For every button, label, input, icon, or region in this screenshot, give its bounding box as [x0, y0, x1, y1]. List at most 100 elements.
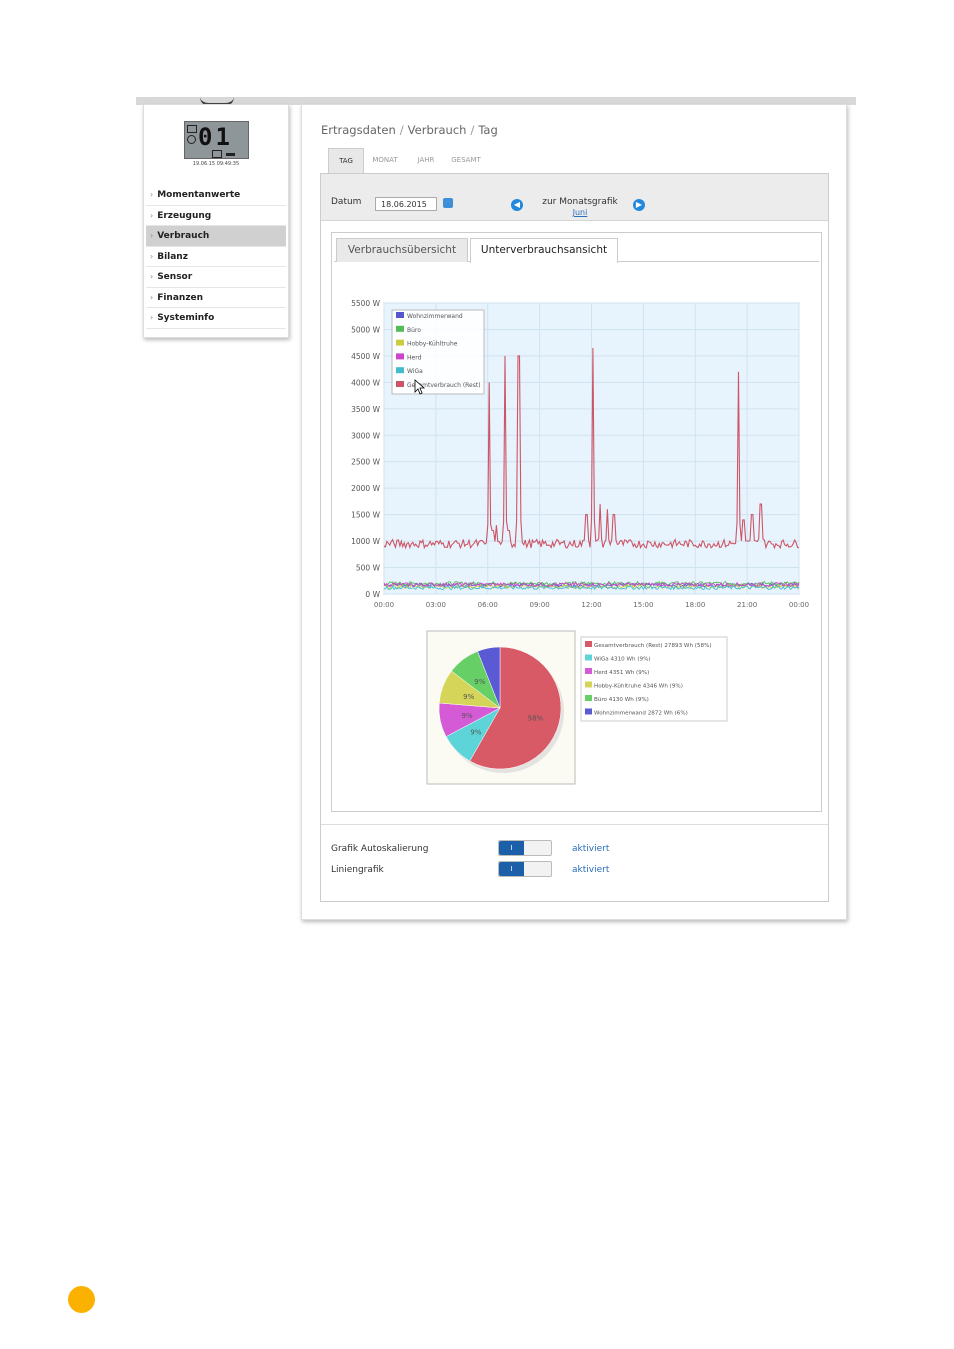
lcd-digits: 01: [198, 123, 233, 151]
pie-slice-2: [438, 702, 501, 737]
legend-swatch: [396, 381, 404, 387]
pie-legend-swatch: [585, 695, 592, 701]
x-tick-label: 03:00: [426, 601, 446, 609]
y-tick-label: 3000 W: [351, 431, 380, 440]
x-tick-label: 15:00: [633, 601, 653, 609]
tab-jahr[interactable]: JAHR: [412, 148, 440, 173]
pie-slice-1: [445, 707, 501, 762]
pie-legend-swatch: [585, 654, 592, 661]
pie-legend-label: Herd 4351 Wh (9%): [594, 670, 649, 676]
sidebar-item-label: Bilanz: [157, 251, 188, 262]
x-tick-label: 00:00: [374, 601, 394, 609]
sidebar-item-label: Erzeugung: [157, 210, 212, 221]
legend-swatch: [396, 353, 404, 360]
legend-label: Wohnzimmerwand: [407, 313, 463, 320]
x-tick-label: 00:00: [789, 601, 809, 609]
pie-slice-3: [438, 670, 501, 709]
y-tick-label: 4000 W: [351, 378, 380, 387]
sidebar-item-bilanz[interactable]: › Bilanz: [146, 247, 286, 267]
chart-area: Verbrauchsübersicht Unterverbrauchsansic…: [331, 232, 822, 812]
x-tick-label: 06:00: [478, 601, 498, 609]
pie-legend-label: Hobby-Kühltruhe 4346 Wh (9%): [594, 684, 683, 690]
signal-icon: [226, 153, 235, 156]
sidebar-item-label: Momentanwerte: [157, 190, 241, 200]
main-panel: Ertragsdaten / Verbrauch / Tag TAG MONAT JAH…: [301, 104, 847, 920]
date-bar: Datum 18.06.2015 ◀ zur Monatsgrafik Juni…: [321, 174, 828, 221]
legend-label: Hobby-Kühltruhe: [407, 341, 458, 348]
y-tick-label: 500 W: [356, 564, 381, 573]
pie-legend-label: WiGa 4310 Wh (9%): [594, 657, 651, 663]
sidebar-item-verbrauch[interactable]: › Verbrauch: [146, 226, 286, 247]
x-tick-label: 09:00: [530, 601, 550, 609]
pie-slice-4: [451, 650, 501, 709]
chevron-left-icon[interactable]: ◀: [511, 199, 523, 211]
page-marker-dot: [68, 1286, 95, 1313]
sidebar-item-finanzen[interactable]: › Finanzen: [146, 288, 286, 308]
sidebar-item-label: Systeminfo: [157, 313, 215, 323]
y-tick-label: 5000 W: [351, 325, 380, 334]
chevron-right-icon: ›: [150, 251, 154, 261]
date-label: Datum: [331, 197, 362, 207]
month-link[interactable]: Juni: [540, 208, 620, 217]
autoscale-toggle[interactable]: I: [498, 840, 552, 856]
date-input[interactable]: 18.06.2015: [375, 197, 437, 211]
tab-tag[interactable]: TAG: [328, 148, 364, 174]
y-tick-label: 1000 W: [351, 537, 380, 546]
tab-monat[interactable]: MONAT: [368, 148, 402, 173]
sidebar-item-label: Sensor: [157, 272, 193, 282]
pie-legend-swatch: [585, 641, 592, 647]
sidebar-item-systeminfo[interactable]: › Systeminfo: [146, 308, 286, 329]
legend-swatch: [396, 339, 404, 346]
line-graph-label: Liniengrafik: [331, 865, 384, 875]
line-graph-status: aktiviert: [572, 865, 610, 875]
pie-frame: [426, 630, 576, 785]
legend-swatch: [396, 312, 404, 318]
x-tick-label: 12:00: [581, 601, 601, 609]
x-tick-label: 21:00: [737, 601, 757, 609]
pie-legend: [580, 636, 728, 722]
breadcrumb-verbrauch[interactable]: Verbrauch: [408, 123, 467, 137]
chevron-right-icon: ›: [150, 313, 154, 322]
sidebar-menu: › Momentanwerte › Erzeugung › Verbrauch › Bilan…: [146, 185, 286, 329]
sidebar-item-sensor[interactable]: › Sensor: [146, 267, 286, 288]
toggle-on-indicator: I: [499, 862, 524, 876]
sidebar-item-label: Verbrauch: [157, 231, 210, 241]
y-tick-label: 1500 W: [351, 511, 380, 520]
sidebar-item-erzeugung[interactable]: › Erzeugung: [146, 206, 286, 226]
pie-legend-label: Büro 4130 Wh (9%): [594, 697, 649, 703]
house-icon: [187, 125, 197, 133]
line-graph-toggle[interactable]: I: [498, 861, 552, 877]
x-tick-label: 18:00: [685, 601, 705, 609]
chart-controls: Grafik Autoskalierung I aktiviert Linien…: [321, 824, 828, 902]
breadcrumb-tag: Tag: [478, 123, 498, 137]
pie-legend-swatch: [585, 668, 592, 674]
breadcrumb-separator: /: [399, 123, 404, 137]
toggle-on-indicator: I: [499, 841, 524, 855]
chevron-right-icon[interactable]: ▶: [633, 199, 645, 211]
globe-icon: [187, 135, 196, 144]
pie-legend-label: Wohnzimmerwand 2872 Wh (6%): [594, 711, 688, 717]
content-box: Datum 18.06.2015 ◀ zur Monatsgrafik Juni…: [320, 173, 829, 902]
pie-data-label: 9%: [462, 712, 473, 720]
y-tick-label: 4500 W: [351, 352, 380, 361]
meter-icon: [212, 150, 222, 158]
legend-swatch: [396, 325, 404, 332]
y-tick-label: 0 W: [365, 590, 380, 599]
breadcrumb-ertragsdaten[interactable]: Ertragsdaten: [321, 123, 396, 137]
chevron-right-icon: ›: [150, 292, 154, 302]
calendar-icon[interactable]: [443, 198, 453, 208]
device-lcd-display: 01: [184, 121, 249, 159]
chevron-right-icon: ›: [150, 190, 154, 199]
autoscale-label: Grafik Autoskalierung: [331, 844, 429, 854]
legend-label: Herd: [407, 354, 422, 361]
sidebar-item-label: Finanzen: [157, 292, 204, 303]
sidebar-item-momentanwerte[interactable]: › Momentanwerte: [146, 185, 286, 206]
chevron-right-icon: ›: [150, 210, 154, 220]
autoscale-status: aktiviert: [572, 844, 610, 854]
pie-data-label: 9%: [474, 678, 485, 686]
tab-gesamt[interactable]: GESAMT: [446, 148, 486, 173]
y-tick-label: 2000 W: [351, 484, 380, 493]
pie-shadow: [442, 651, 564, 773]
pie-slice-0: [469, 646, 562, 770]
legend-label: Büro: [407, 327, 421, 334]
